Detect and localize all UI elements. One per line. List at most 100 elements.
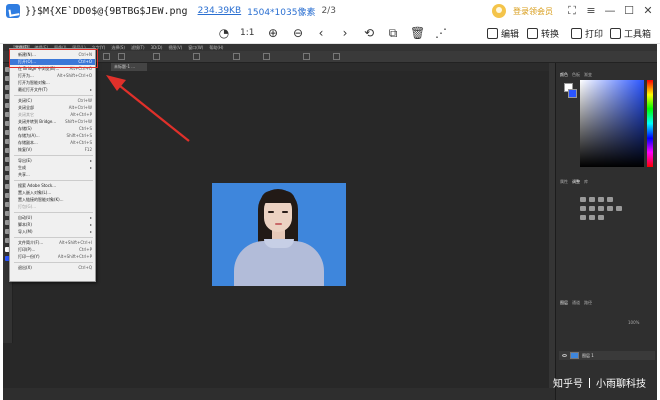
ps-menu-select[interactable]: 选择(S) — [109, 45, 127, 51]
curves-icon[interactable] — [598, 197, 604, 202]
bg-swatch[interactable] — [568, 89, 577, 98]
watermark-brand: 知乎号 — [553, 379, 583, 390]
maximize-icon[interactable]: ☐ — [623, 5, 635, 17]
file-menu-item[interactable]: 恢复(V) F12 — [10, 147, 95, 153]
posterize-icon[interactable] — [589, 215, 595, 220]
ps-status-bar — [3, 388, 555, 400]
tab-properties[interactable]: 属性 — [560, 178, 568, 185]
tab-adjustments[interactable]: 调整 — [572, 178, 580, 185]
previous-arrow-icon[interactable]: ‹ — [314, 26, 328, 40]
black-white-icon[interactable] — [607, 206, 613, 211]
option-icon[interactable] — [263, 53, 270, 60]
file-menu-item[interactable]: 置入嵌入对象(L)... — [10, 190, 95, 196]
share-icon[interactable]: ⋰ — [434, 26, 448, 40]
ps-menu-view[interactable]: 视图(V) — [166, 45, 184, 51]
file-menu-item[interactable]: 存储(S) Ctrl+S — [10, 126, 95, 132]
edit-button[interactable]: 编辑 — [487, 25, 519, 41]
tab-layers[interactable]: 图层 — [560, 299, 568, 306]
tab-gradients[interactable]: 渐变 — [584, 71, 592, 78]
threshold-icon[interactable] — [598, 215, 604, 220]
file-menu-item[interactable]: 自动(U) ▸ — [10, 215, 95, 221]
layer-panel-tabs: 图层 通道 路径 — [560, 299, 592, 306]
file-menu-item-label: 打包(G)... — [18, 204, 37, 209]
zoom-out-icon[interactable]: ⊖ — [291, 26, 305, 40]
pan-hand-icon[interactable]: ◔ — [217, 26, 231, 40]
ps-menu-window[interactable]: 窗口(W) — [186, 45, 205, 51]
file-menu-item[interactable]: 脚本(R) ▸ — [10, 222, 95, 228]
file-menu-item[interactable]: 打包(G)... — [10, 204, 95, 210]
delete-trash-icon[interactable]: 🗑 — [410, 26, 425, 40]
ps-document-tab[interactable]: 未标题-1 ... — [111, 63, 147, 71]
minimize-icon[interactable]: — — [604, 5, 616, 17]
file-menu-item[interactable]: 最近打开文件(T) ▸ — [10, 87, 95, 93]
file-menu-item[interactable]: 置入链接的智能对象(K)... — [10, 197, 95, 203]
file-menu-item[interactable]: 导出(E) ▸ — [10, 158, 95, 164]
fullscreen-icon[interactable]: ⛶ — [566, 5, 578, 17]
crop-icon[interactable]: ⧉ — [386, 26, 400, 40]
brightness-icon[interactable] — [580, 197, 586, 202]
tab-channels[interactable]: 通道 — [572, 299, 580, 306]
actual-size-icon[interactable]: 1:1 — [240, 26, 254, 40]
ps-menu-filter[interactable]: 滤镜(T) — [129, 45, 147, 51]
next-arrow-icon[interactable]: › — [338, 26, 352, 40]
ps-menu-3d[interactable]: 3D(D) — [149, 45, 165, 51]
opacity-value[interactable]: 100% — [628, 319, 639, 326]
file-menu-item[interactable]: 搜索 Adobe Stock... — [10, 183, 95, 189]
zoom-in-icon[interactable]: ⊕ — [266, 26, 280, 40]
file-menu-item[interactable]: 关闭全部 Alt+Ctrl+W — [10, 105, 95, 111]
file-menu-item[interactable]: 关闭其它 Alt+Ctrl+P — [10, 112, 95, 118]
tab-swatches[interactable]: 色板 — [572, 71, 580, 78]
option-icon[interactable] — [103, 53, 110, 60]
option-icon[interactable] — [193, 53, 200, 60]
invert-icon[interactable] — [580, 215, 586, 220]
tab-color[interactable]: 颜色 — [560, 71, 568, 78]
file-menu-item[interactable]: 打印一份(Y) Alt+Shift+Ctrl+P — [10, 254, 95, 260]
eye-icon[interactable] — [562, 354, 567, 357]
file-menu-item[interactable]: 文件简介(F)... Alt+Shift+Ctrl+I — [10, 240, 95, 246]
file-menu-item[interactable]: 存储为(A)... Shift+Ctrl+S — [10, 133, 95, 139]
tab-paths[interactable]: 路径 — [584, 299, 592, 306]
vip-login-link[interactable]: 登录领会员 — [513, 6, 553, 17]
file-menu-item[interactable]: 存储副本... Alt+Ctrl+S — [10, 140, 95, 146]
hue-slider[interactable] — [647, 80, 653, 167]
toolbox-button[interactable]: 工具箱 — [610, 25, 651, 41]
file-menu-item[interactable]: 打开为... Alt+Shift+Ctrl+O — [10, 73, 95, 79]
file-menu-item-shortcut: Shift+Ctrl+S — [66, 133, 92, 138]
layer-row[interactable]: 图层 1 — [559, 351, 655, 360]
close-icon[interactable]: ✕ — [642, 5, 654, 17]
file-menu-item[interactable]: 打开为智能对象... — [10, 80, 95, 86]
color-balance-icon[interactable] — [598, 206, 604, 211]
photo-filter-icon[interactable] — [616, 206, 622, 211]
option-icon[interactable] — [153, 53, 160, 60]
file-menu-item[interactable]: 导入(M) ▸ — [10, 229, 95, 235]
exposure-icon[interactable] — [607, 197, 613, 202]
file-menu-item[interactable]: 关闭(C) Ctrl+W — [10, 98, 95, 104]
convert-button[interactable]: 转换 — [527, 25, 559, 41]
ps-menu-help[interactable]: 帮助(H) — [207, 45, 225, 51]
tab-libraries[interactable]: 库 — [584, 178, 588, 185]
layer-name: 图层 1 — [582, 352, 594, 358]
file-menu-item-label: 生成 — [18, 165, 26, 170]
color-picker-field[interactable] — [580, 80, 644, 167]
hue-saturation-icon[interactable] — [589, 206, 595, 211]
levels-icon[interactable] — [589, 197, 595, 202]
vibrance-icon[interactable] — [580, 206, 586, 211]
option-icon[interactable] — [303, 53, 310, 60]
file-menu-item[interactable]: 退出(X) Ctrl+Q — [10, 265, 95, 271]
ps-menubar: 文件(F) 编辑(E) 图像(I) 图层(L) 文字(Y) 选择(S) 滤镜(T… — [3, 44, 657, 51]
file-size-link[interactable]: 234.39KB — [198, 6, 242, 16]
file-menu-item[interactable]: 打印(P)... Ctrl+P — [10, 247, 95, 253]
file-menu-item-shortcut: Alt+Shift+Ctrl+I — [59, 240, 92, 245]
option-icon[interactable] — [118, 53, 125, 60]
more-icon[interactable]: ≡ — [585, 5, 597, 17]
vip-coin-icon[interactable] — [492, 4, 506, 18]
file-menu-item[interactable]: 关闭并转到 Bridge... Shift+Ctrl+W — [10, 119, 95, 125]
file-menu-item[interactable]: 共享... — [10, 172, 95, 178]
convert-icon — [527, 27, 538, 39]
adjust-panel-tabs: 属性 调整 库 — [560, 178, 588, 185]
print-button[interactable]: 打印 — [571, 25, 603, 41]
file-menu-item[interactable]: 生成 ▸ — [10, 165, 95, 171]
option-icon[interactable] — [233, 53, 240, 60]
rotate-icon[interactable]: ⟲ — [362, 26, 376, 40]
option-icon[interactable] — [333, 53, 340, 60]
